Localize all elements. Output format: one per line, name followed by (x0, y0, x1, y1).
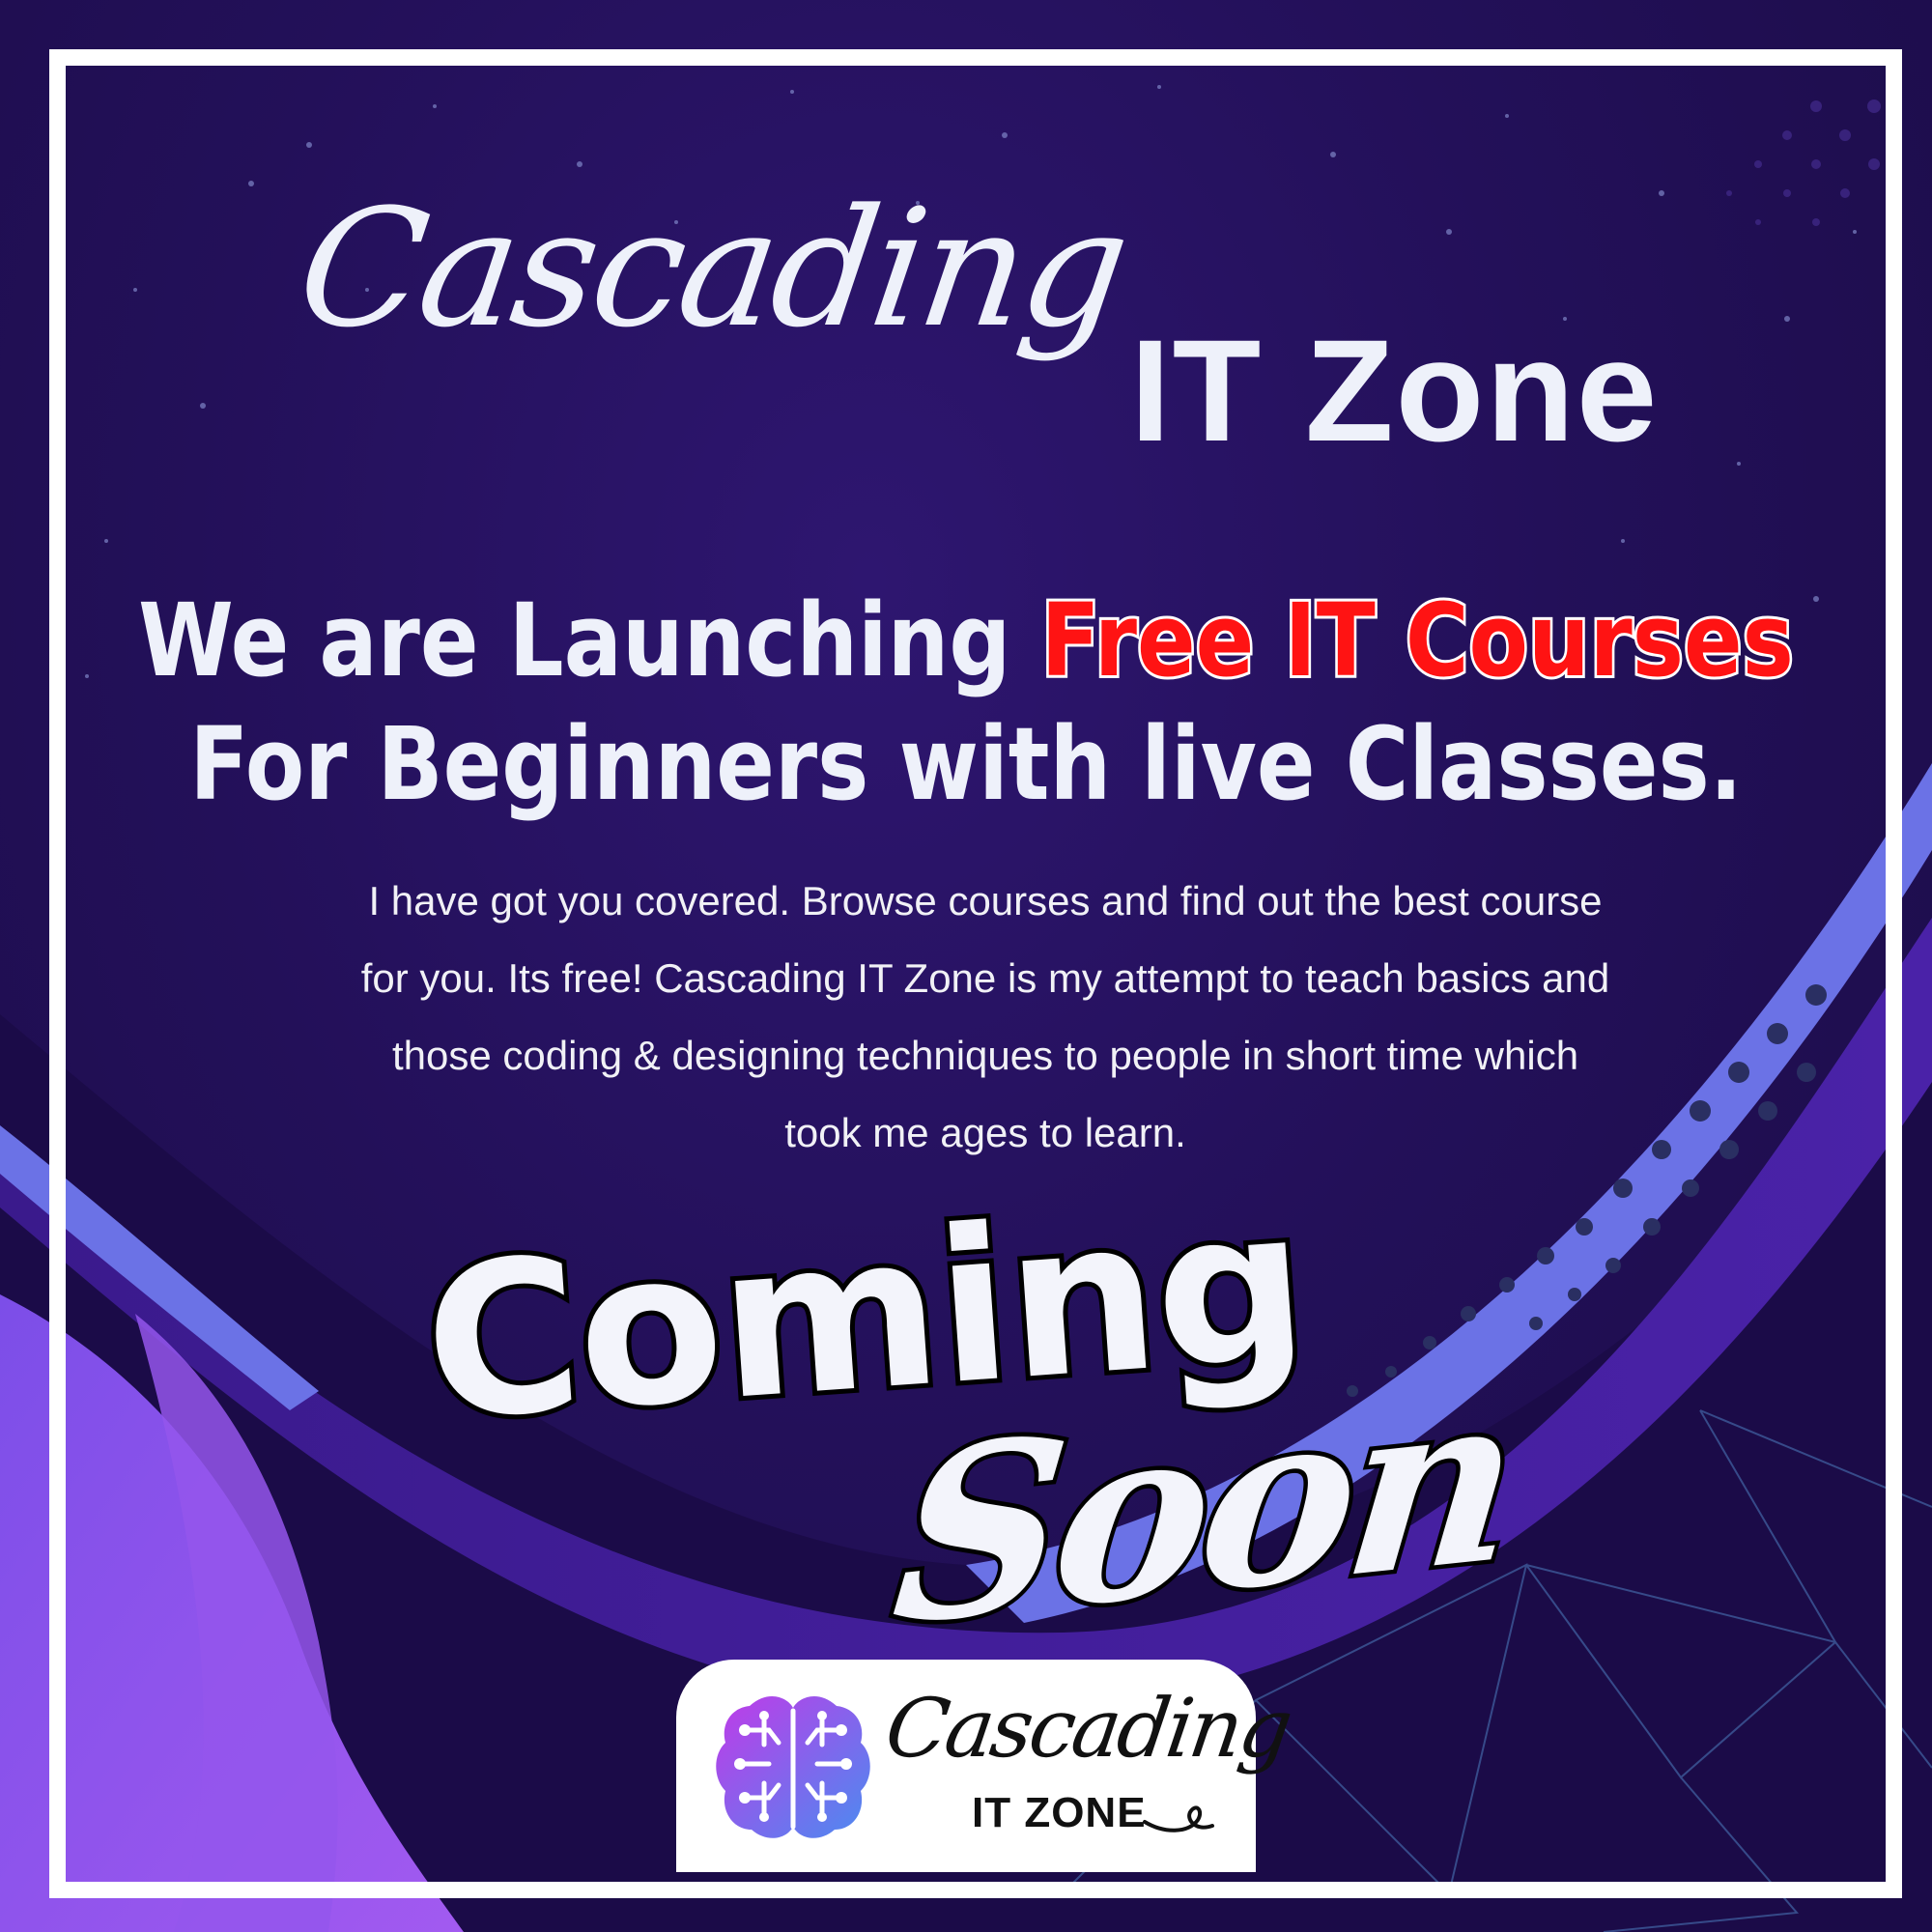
headline-line-2: For Beginners with live Classes. (189, 705, 1743, 823)
description-line: for you. Its free! Cascading IT Zone is … (360, 955, 1610, 1001)
logo-card: Cascading IT ZONE (676, 1660, 1295, 1872)
poster: Cascading IT Zone We are Launching Free … (0, 0, 1932, 1932)
brain-circuit-icon (716, 1696, 870, 1838)
logo-subtitle: IT ZONE (972, 1789, 1147, 1836)
logo-script-word: Cascading (880, 1681, 1295, 1776)
headline-prefix: We are Launching (138, 582, 1041, 699)
title-script-word: Cascading (288, 174, 1136, 363)
description-line: those coding & designing techniques to p… (391, 1033, 1579, 1078)
description-paragraph: I have got you covered. Browse courses a… (309, 863, 1662, 1172)
logo-swash-icon (1143, 1805, 1214, 1833)
title-bold-word: IT Zone (1130, 309, 1660, 471)
headline-line-1: We are Launching Free IT Courses (135, 579, 1797, 702)
description-line: took me ages to learn. (784, 1110, 1186, 1155)
headline-highlight: Free IT Courses (1038, 579, 1797, 702)
description-line: I have got you covered. Browse courses a… (368, 878, 1603, 923)
